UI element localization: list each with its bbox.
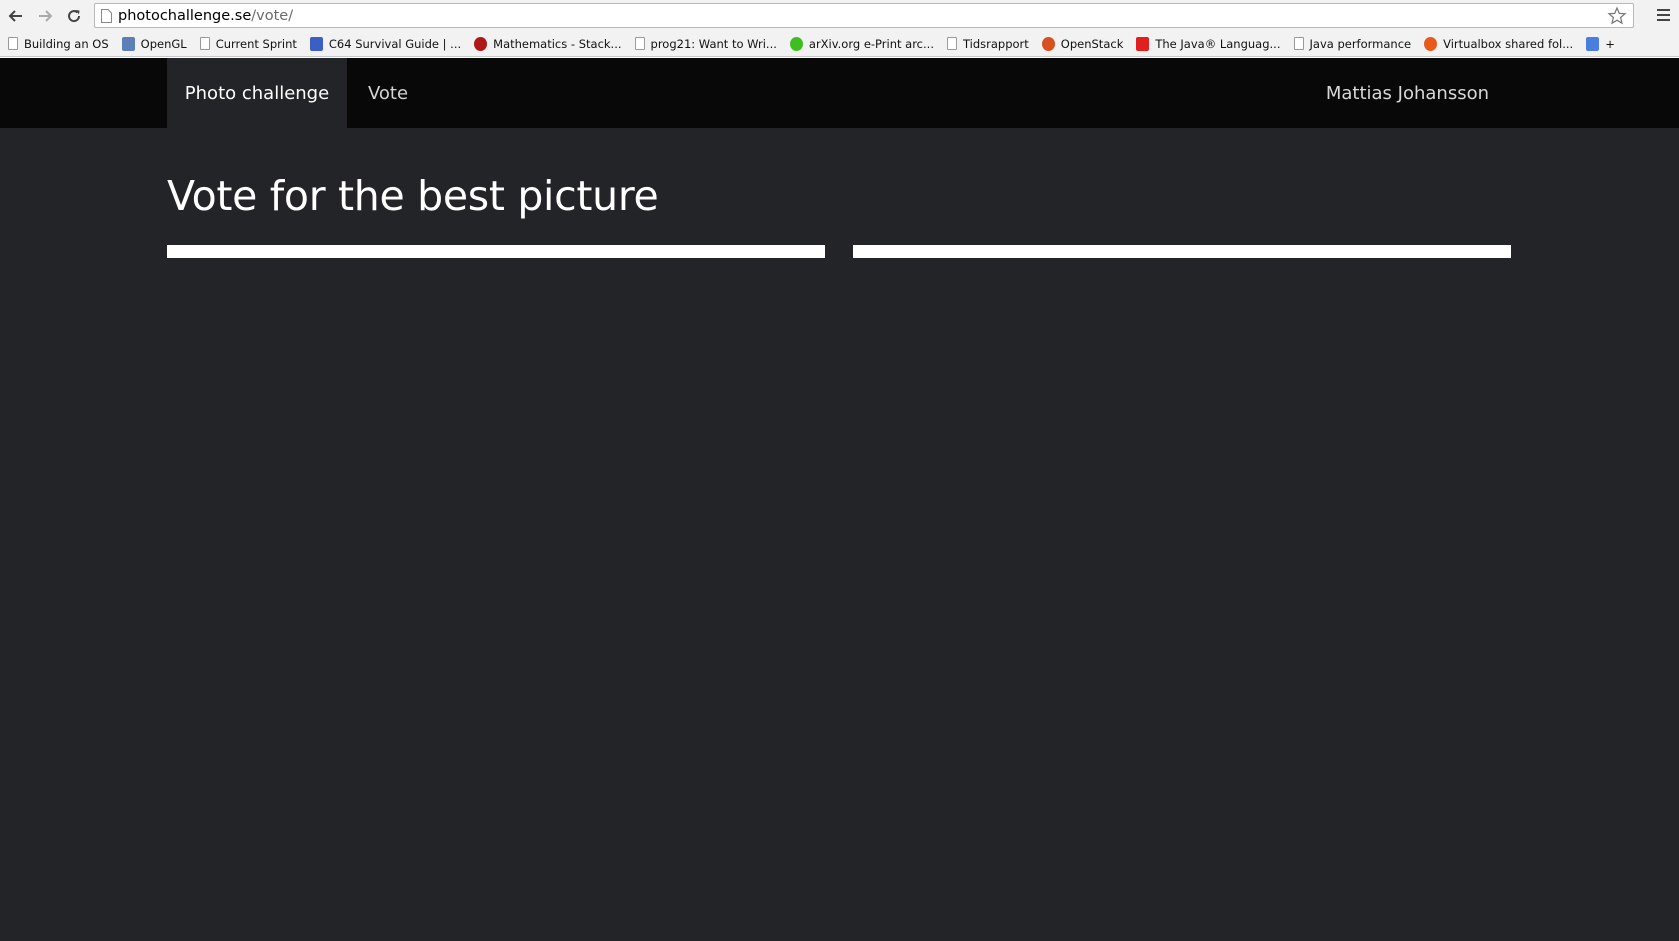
ask-icon xyxy=(1424,36,1438,51)
bookmarks-bar: Building an OS OpenGL Current Sprint C64 Su… xyxy=(0,31,1679,57)
reload-icon xyxy=(68,9,81,22)
google-icon xyxy=(1586,36,1600,51)
nav-user-link[interactable]: Mattias Johansson xyxy=(1326,58,1489,128)
page-icon xyxy=(101,8,112,23)
bookmark-item[interactable]: OpenStack xyxy=(1041,36,1124,51)
back-arrow-icon xyxy=(8,9,22,22)
page-title: Vote for the best picture xyxy=(167,172,659,220)
forward-button[interactable] xyxy=(32,3,58,29)
bookmark-label: C64 Survival Guide | ... xyxy=(328,36,462,51)
bookmark-label: + xyxy=(1605,36,1615,51)
page-icon xyxy=(8,37,18,50)
bookmark-item[interactable]: Mathematics - Stack... xyxy=(474,36,622,51)
oracle-icon xyxy=(1136,36,1150,51)
page-icon xyxy=(1293,37,1304,50)
url-text: photochallenge.se/vote/ xyxy=(118,7,294,24)
browser-menu-button[interactable] xyxy=(1657,6,1673,24)
bookmark-label: Mathematics - Stack... xyxy=(493,36,622,51)
bookmark-item[interactable]: Java performance xyxy=(1293,36,1412,51)
bookmark-item[interactable]: arXiv.org e-Print arc... xyxy=(789,36,934,51)
bookmark-item[interactable]: prog21: Want to Wri... xyxy=(634,36,777,51)
bookmark-label: Building an OS xyxy=(24,36,109,51)
bookmark-item[interactable]: C64 Survival Guide | ... xyxy=(309,36,462,51)
site-navbar: Photo challenge Vote Mattias Johansson xyxy=(0,58,1679,128)
menu-bar-icon xyxy=(1657,14,1670,16)
address-bar[interactable]: photochallenge.se/vote/ xyxy=(94,3,1634,28)
bookmark-label: OpenGL xyxy=(140,36,187,51)
stackexchange-math-icon xyxy=(474,36,488,51)
menu-bar-icon xyxy=(1657,9,1670,11)
smiley-icon xyxy=(789,36,803,51)
bookmark-label: prog21: Want to Wri... xyxy=(650,36,777,51)
bookmark-star-icon[interactable] xyxy=(1607,6,1627,26)
bookmark-label: Tidsrapport xyxy=(962,36,1029,51)
bookmark-item[interactable]: Virtualbox shared fol... xyxy=(1424,36,1574,51)
nav-vote-link[interactable]: Vote xyxy=(368,58,408,128)
bookmark-label: The Java® Languag... xyxy=(1155,36,1281,51)
bookmark-item[interactable]: + xyxy=(1586,36,1615,51)
forward-arrow-icon xyxy=(39,9,53,22)
menu-bar-icon xyxy=(1657,19,1670,21)
bookmark-label: OpenStack xyxy=(1060,36,1124,51)
nav-brand-link[interactable]: Photo challenge xyxy=(167,58,347,128)
bookmark-item[interactable]: OpenGL xyxy=(121,36,187,51)
back-button[interactable] xyxy=(3,3,29,29)
bookmark-item[interactable]: Building an OS xyxy=(8,37,109,51)
bookmark-label: Java performance xyxy=(1309,36,1412,51)
openstack-icon xyxy=(1041,36,1055,51)
bookmark-label: Virtualbox shared fol... xyxy=(1443,36,1574,51)
bookmark-label: arXiv.org e-Print arc... xyxy=(808,36,934,51)
bookmark-item[interactable]: Tidsrapport xyxy=(946,36,1029,51)
browser-toolbar: photochallenge.se/vote/ xyxy=(0,0,1679,31)
reload-button[interactable] xyxy=(61,3,87,29)
photo-option-left[interactable] xyxy=(167,245,825,258)
site-body: Photo challenge Vote Mattias Johansson V… xyxy=(0,58,1679,941)
opengl-icon xyxy=(121,36,135,51)
bookmark-label: Current Sprint xyxy=(215,36,297,51)
page-icon xyxy=(946,37,957,50)
c64-icon xyxy=(309,36,323,51)
page-icon xyxy=(199,37,210,50)
page-icon xyxy=(634,37,645,50)
photo-option-right[interactable] xyxy=(853,245,1511,258)
bookmark-item[interactable]: Current Sprint xyxy=(199,36,297,51)
bookmark-item[interactable]: The Java® Languag... xyxy=(1136,36,1281,51)
